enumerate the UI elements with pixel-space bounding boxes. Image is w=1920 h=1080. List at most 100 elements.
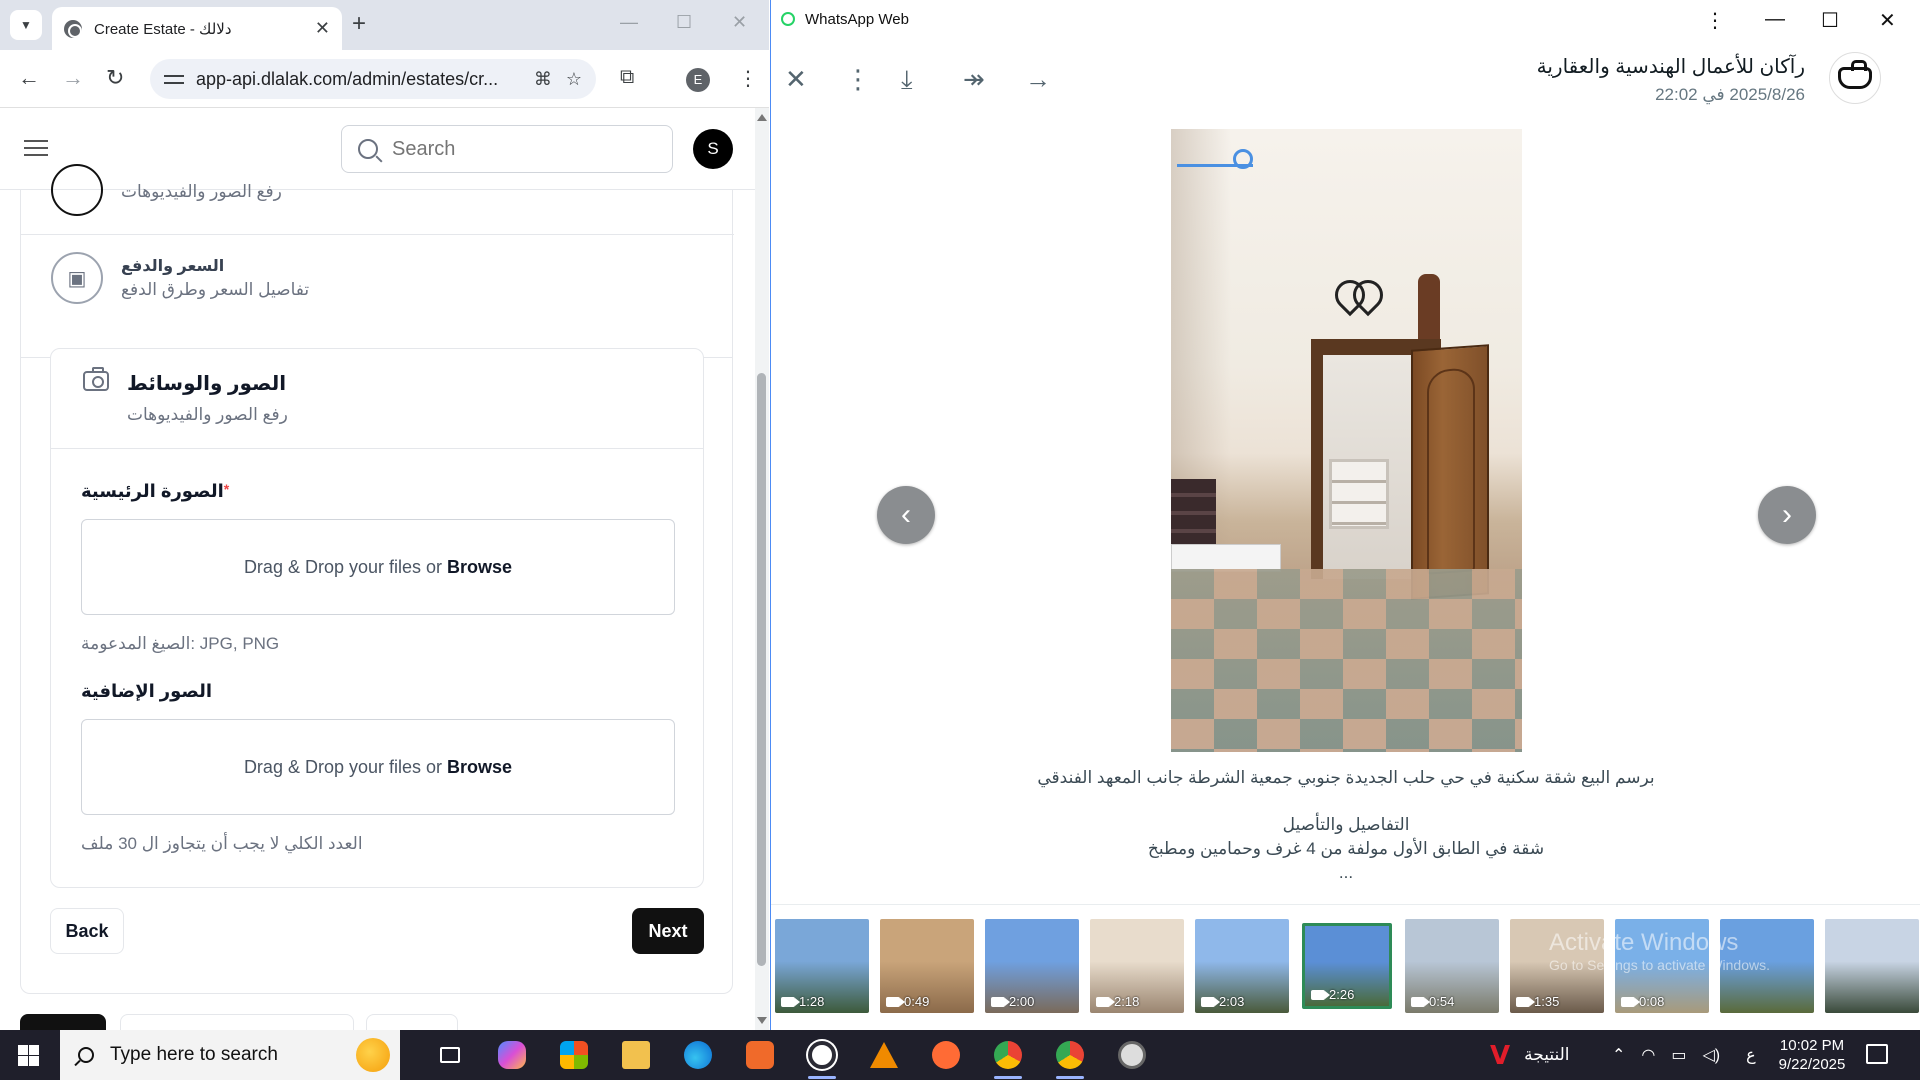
chrome-profile-taskbar-icon[interactable] (1048, 1037, 1092, 1079)
editor-app-icon[interactable] (924, 1037, 968, 1073)
step-title: السعر والدفع (121, 258, 225, 275)
menu-icon[interactable]: ⋮ (845, 64, 871, 94)
bottom-peek-field[interactable] (120, 1014, 354, 1030)
new-tab-button[interactable]: + (352, 12, 366, 36)
notifications-icon[interactable] (1866, 1044, 1888, 1064)
media-thumbnail-strip[interactable]: 1:28 0:49 2:00 2:18 2:03 2:26 0:54 1:35 0:08 Act… (771, 904, 1920, 1030)
money-icon: ▣ (51, 252, 103, 304)
browse-link[interactable]: Browse (447, 757, 512, 778)
media-thumbnail[interactable]: 0:54 (1405, 919, 1499, 1013)
media-section-header: الصور والوسائط رفع الصور والفيديوهات (51, 349, 703, 449)
previous-media-button[interactable]: ‹ (877, 486, 935, 544)
minimize-icon[interactable]: — (620, 12, 638, 33)
search-input[interactable] (392, 137, 642, 161)
site-settings-icon[interactable] (164, 71, 184, 87)
close-window-icon[interactable]: ✕ (1879, 8, 1896, 33)
close-viewer-icon[interactable]: ✕ (785, 64, 807, 94)
clock-app-icon[interactable] (1110, 1037, 1154, 1073)
whatsapp-titlebar: WhatsApp Web ⋮ — ☐ ✕ (771, 0, 1920, 40)
video-camera-icon (1411, 996, 1430, 1007)
download-icon[interactable]: ⤓ (901, 64, 913, 94)
taskbar-search[interactable]: Type here to search (60, 1030, 400, 1080)
weather-icon[interactable] (356, 1038, 390, 1072)
brand-logo-icon: Ⅴ (1490, 1039, 1511, 1070)
copilot-icon[interactable] (490, 1037, 534, 1073)
whatsapp-taskbar-icon[interactable] (800, 1037, 844, 1079)
chevron-down-icon: ▼ (20, 18, 32, 32)
browse-link[interactable]: Browse (447, 557, 512, 578)
user-avatar[interactable]: S (693, 129, 733, 169)
bottom-peek-button[interactable] (20, 1014, 106, 1030)
back-button[interactable]: Back (50, 908, 124, 954)
media-preview[interactable] (1171, 129, 1522, 752)
chevron-up-icon[interactable]: ⌃ (1612, 1045, 1625, 1065)
main-image-label: الصورة الرئيسية* (81, 481, 230, 501)
caption-line: شقة في الطابق الأول مولفة من 4 غرف وحمام… (1147, 839, 1545, 858)
next-button[interactable]: Next (632, 908, 704, 954)
volume-icon[interactable]: ◁) (1703, 1045, 1721, 1065)
video-camera-icon (991, 996, 1010, 1007)
media-thumbnail[interactable]: 0:49 (880, 919, 974, 1013)
scrollbar-thumb[interactable] (757, 373, 766, 966)
battery-icon[interactable]: ▭ (1671, 1045, 1686, 1065)
video-duration: 2:26 (1311, 987, 1354, 1002)
store-icon[interactable] (552, 1037, 596, 1073)
forward-all-icon[interactable]: ↠ (963, 64, 985, 94)
scroll-down-icon[interactable] (757, 1017, 767, 1024)
forward-arrow-icon[interactable]: → (62, 66, 84, 90)
input-language[interactable]: ع (1746, 1045, 1756, 1065)
next-media-button[interactable]: › (1758, 486, 1816, 544)
taskbar-clock[interactable]: 10:02 PM 9/22/2025 (1762, 1036, 1862, 1074)
news-label: النتيجة (1524, 1045, 1570, 1064)
more-menu-icon[interactable]: ⋮ (738, 66, 758, 91)
windows-start-icon[interactable] (18, 1045, 39, 1066)
main-image-dropzone[interactable]: Drag & Drop your files or Browse (81, 519, 675, 615)
news-widget[interactable]: Ⅴ النتيجة (1490, 1030, 1570, 1080)
maximize-icon[interactable]: ☐ (676, 12, 692, 33)
tab-create-estate[interactable]: Create Estate - دلالك ✕ (52, 7, 342, 50)
vlc-icon[interactable] (862, 1037, 906, 1073)
main-image-hint: الصيغ المدعومة: JPG, PNG (81, 634, 280, 653)
extensions-icon[interactable]: ⧉ (620, 66, 634, 89)
media-thumbnail[interactable]: 2:03 (1195, 919, 1289, 1013)
bottom-peek-field[interactable] (366, 1014, 458, 1030)
minimize-icon[interactable]: — (1765, 8, 1785, 31)
step-price-payment[interactable]: ▣ السعر والدفع تفاصيل السعر وطرق الدفع (21, 252, 734, 304)
tab-search-button[interactable]: ▼ (10, 10, 42, 40)
scroll-up-icon[interactable] (757, 114, 767, 121)
extra-images-dropzone[interactable]: Drag & Drop your files or Browse (81, 719, 675, 815)
back-arrow-icon[interactable]: ← (18, 66, 40, 90)
wifi-icon[interactable]: ◠ (1641, 1045, 1655, 1065)
profile-avatar[interactable]: E (686, 68, 710, 92)
chrome-taskbar-icon[interactable] (986, 1037, 1030, 1079)
address-bar[interactable]: app-api.dlalak.com/admin/estates/cr... ⌘… (150, 59, 596, 99)
video-duration: 2:00 (991, 994, 1034, 1009)
tab-strip: ▼ Create Estate - دلالك ✕ + — ☐ ✕ (0, 0, 769, 50)
windows-taskbar: Type here to search Ⅴ النتيجة ⌃ ◠ ▭ ◁) ع… (0, 1030, 1920, 1080)
media-thumbnail[interactable]: 2:00 (985, 919, 1079, 1013)
media-thumbnail[interactable]: 1:28 (775, 919, 869, 1013)
page-scrollbar[interactable] (755, 108, 769, 1030)
task-view-icon[interactable] (428, 1037, 472, 1073)
star-icon[interactable]: ☆ (566, 69, 582, 90)
media-thumbnail[interactable] (1825, 919, 1919, 1013)
media-thumbnail[interactable]: 2:26 (1302, 923, 1392, 1009)
url-text[interactable]: app-api.dlalak.com/admin/estates/cr... (196, 69, 520, 90)
media-thumbnail[interactable]: 2:18 (1090, 919, 1184, 1013)
media-caption: برسم البيع شقة سكنية في حي حلب الجديدة ج… (861, 766, 1831, 885)
hamburger-menu-icon[interactable] (24, 140, 48, 158)
sender-avatar[interactable] (1829, 52, 1881, 104)
system-tray: ⌃ ◠ ▭ ◁) ع (1612, 1030, 1756, 1080)
edge-icon[interactable] (676, 1037, 720, 1073)
maximize-icon[interactable]: ☐ (1821, 8, 1839, 33)
close-tab-icon[interactable]: ✕ (315, 18, 330, 39)
more-options-icon[interactable]: ⋮ (1705, 8, 1725, 33)
reload-icon[interactable]: ↻ (106, 66, 124, 90)
brackets-icon[interactable] (738, 1037, 782, 1073)
file-explorer-icon[interactable] (614, 1037, 658, 1073)
step-media[interactable]: رفع الصور والفيديوهات (21, 164, 734, 216)
close-window-icon[interactable]: ✕ (732, 12, 747, 33)
section-subtitle: رفع الصور والفيديوهات (127, 405, 288, 424)
forward-icon[interactable]: → (1025, 64, 1051, 94)
translate-icon[interactable]: ⌘ (534, 69, 552, 90)
